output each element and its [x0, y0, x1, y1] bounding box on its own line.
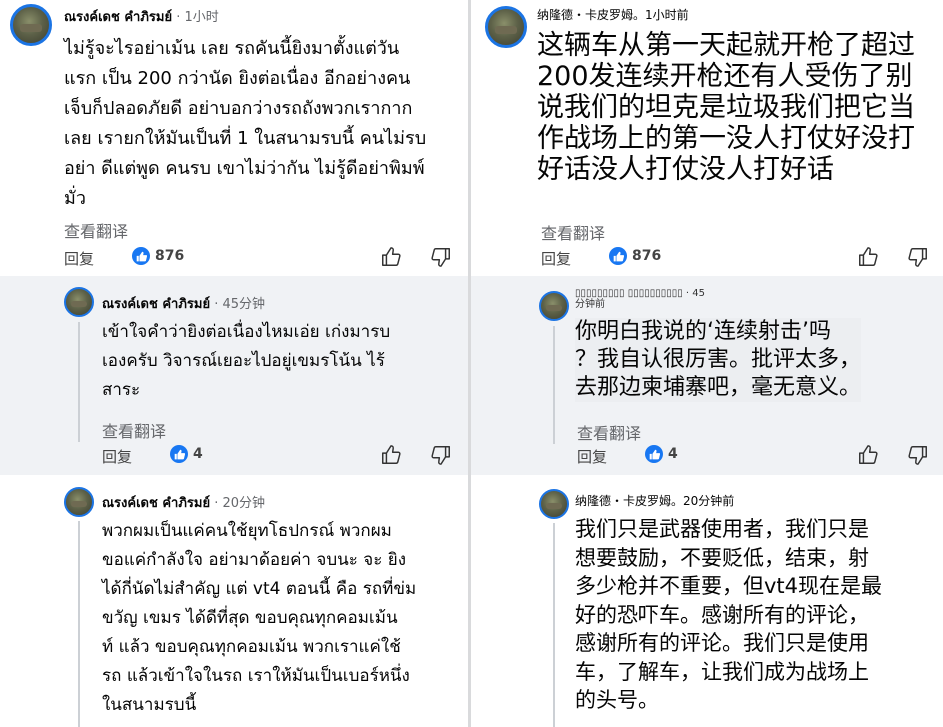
avatar[interactable] — [10, 4, 52, 46]
thumbs-down-icon[interactable] — [430, 444, 452, 466]
thumbs-up-icon[interactable] — [380, 246, 402, 268]
translated-comments-pane: 纳隆德・卡皮罗姆。1小时前 这辆车从第一天起就开枪了超过 200发连续开枪还有人… — [471, 0, 943, 727]
comment-1: ณรงค์เดช คำภิรมย์ · 1小时 ไม่รู้จะไรอย่าเม… — [0, 0, 468, 276]
comment-header: ณรงค์เดช คำภิรมย์ · 45分钟 — [102, 293, 265, 314]
avatar[interactable] — [539, 291, 569, 321]
reaction-summary[interactable]: 876 — [609, 246, 661, 266]
like-count: 876 — [632, 248, 662, 264]
reply-button[interactable]: 回复 — [102, 446, 132, 467]
author-name[interactable]: ณรงค์เดช คำภิรมย์ — [64, 10, 172, 25]
comment-text: พวกผมเป็นแค่คนใช้ยุทโธปกรณ์ พวกผม ขอแค่ก… — [102, 521, 417, 715]
comment-header: 纳隆德・卡皮罗姆。20分钟前 — [575, 492, 734, 509]
comment-actions: 回复 876 — [471, 246, 943, 268]
thread-line — [78, 322, 80, 442]
comment-2-reply: ▯▯▯▯▯▯▯▯▯ ▯▯▯▯▯▯▯▯▯▯ · 45 分钟前 你明白我说的‘连续射… — [471, 276, 943, 475]
thumbs-down-icon[interactable] — [907, 246, 929, 268]
timestamp[interactable]: 分钟前 — [575, 299, 705, 310]
avatar[interactable] — [64, 487, 94, 517]
reply-button[interactable]: 回复 — [577, 446, 607, 467]
like-icon — [609, 247, 627, 265]
reaction-summary[interactable]: 4 — [170, 444, 203, 464]
see-translation-link[interactable]: 查看翻译 — [577, 420, 641, 444]
avatar[interactable] — [539, 489, 569, 519]
comment-header: 纳隆德・卡皮罗姆。1小时前 — [537, 6, 689, 23]
author-name[interactable]: 纳隆德・卡皮罗姆。20分钟前 — [575, 494, 734, 508]
original-comments-pane: ณรงค์เดช คำภิรมย์ · 1小时 ไม่รู้จะไรอย่าเม… — [0, 0, 468, 727]
like-icon — [132, 247, 150, 265]
comment-1: 纳隆德・卡皮罗姆。1小时前 这辆车从第一天起就开枪了超过 200发连续开枪还有人… — [471, 0, 943, 276]
like-icon — [170, 445, 188, 463]
author-name[interactable]: 纳隆德・卡皮罗姆。1小时前 — [537, 8, 689, 22]
author-name-garbled[interactable]: ▯▯▯▯▯▯▯▯▯ ▯▯▯▯▯▯▯▯▯▯ · 45 — [575, 288, 705, 299]
reaction-summary[interactable]: 876 — [132, 246, 184, 266]
thread-line — [78, 521, 80, 727]
timestamp[interactable]: · 45分钟 — [214, 297, 265, 312]
avatar[interactable] — [64, 287, 94, 317]
reply-button[interactable]: 回复 — [64, 248, 94, 269]
see-translation-link[interactable]: 查看翻译 — [102, 418, 166, 442]
comment-header: ณรงค์เดช คำภิรมย์ · 1小时 — [64, 6, 219, 27]
comment-header: ▯▯▯▯▯▯▯▯▯ ▯▯▯▯▯▯▯▯▯▯ · 45 分钟前 — [575, 288, 705, 310]
comment-actions: 回复 4 — [471, 444, 943, 466]
like-count: 876 — [155, 248, 185, 264]
reaction-summary[interactable]: 4 — [645, 444, 678, 464]
comment-text: 我们只是武器使用者，我们只是 想要鼓励，不要贬低，结束，射 多少枪并不重要，但v… — [575, 517, 883, 712]
like-icon — [645, 445, 663, 463]
comment-actions: 回复 876 — [0, 246, 468, 268]
timestamp[interactable]: · 1小时 — [176, 10, 219, 25]
timestamp[interactable]: · 20分钟 — [214, 496, 265, 511]
comment-text: 这辆车从第一天起就开枪了超过 200发连续开枪还有人受伤了别 说我们的坦克是垃圾… — [537, 30, 915, 185]
thumbs-up-icon[interactable] — [857, 246, 879, 268]
comment-text: เข้าใจคำว่ายิงต่อเนื่องไหมเอ่ย เก่งมารบ … — [102, 322, 391, 400]
comment-3-reply: 纳隆德・卡皮罗姆。20分钟前 我们只是武器使用者，我们只是 想要鼓励，不要贬低，… — [471, 475, 943, 727]
reply-button[interactable]: 回复 — [541, 248, 571, 269]
thread-line — [553, 326, 555, 444]
comment-2-reply: ณรงค์เดช คำภิรมย์ · 45分钟 เข้าใจคำว่ายิงต… — [0, 276, 468, 475]
thumbs-up-icon[interactable] — [857, 444, 879, 466]
comment-3-reply: ณรงค์เดช คำภิรมย์ · 20分钟 พวกผมเป็นแค่คนใ… — [0, 475, 468, 727]
author-name[interactable]: ณรงค์เดช คำภิรมย์ — [102, 496, 210, 511]
comment-text: 你明白我说的‘连续射击’吗 ？我自认很厉害。批评太多， 去那边柬埔寨吧，毫无意义… — [575, 318, 862, 402]
like-count: 4 — [668, 446, 678, 462]
comment-header: ณรงค์เดช คำภิรมย์ · 20分钟 — [102, 492, 265, 513]
thumbs-down-icon[interactable] — [907, 444, 929, 466]
comment-actions: 回复 4 — [0, 444, 468, 466]
thumbs-down-icon[interactable] — [430, 246, 452, 268]
author-name[interactable]: ณรงค์เดช คำภิรมย์ — [102, 297, 210, 312]
like-count: 4 — [193, 446, 203, 462]
see-translation-link[interactable]: 查看翻译 — [541, 220, 605, 244]
thumbs-up-icon[interactable] — [380, 444, 402, 466]
avatar[interactable] — [485, 6, 527, 48]
see-translation-link[interactable]: 查看翻译 — [64, 218, 128, 242]
thread-line — [553, 523, 555, 727]
comment-text: ไม่รู้จะไรอย่าเม้น เลย รถคันนี้ยิงมาตั้ง… — [64, 38, 427, 209]
